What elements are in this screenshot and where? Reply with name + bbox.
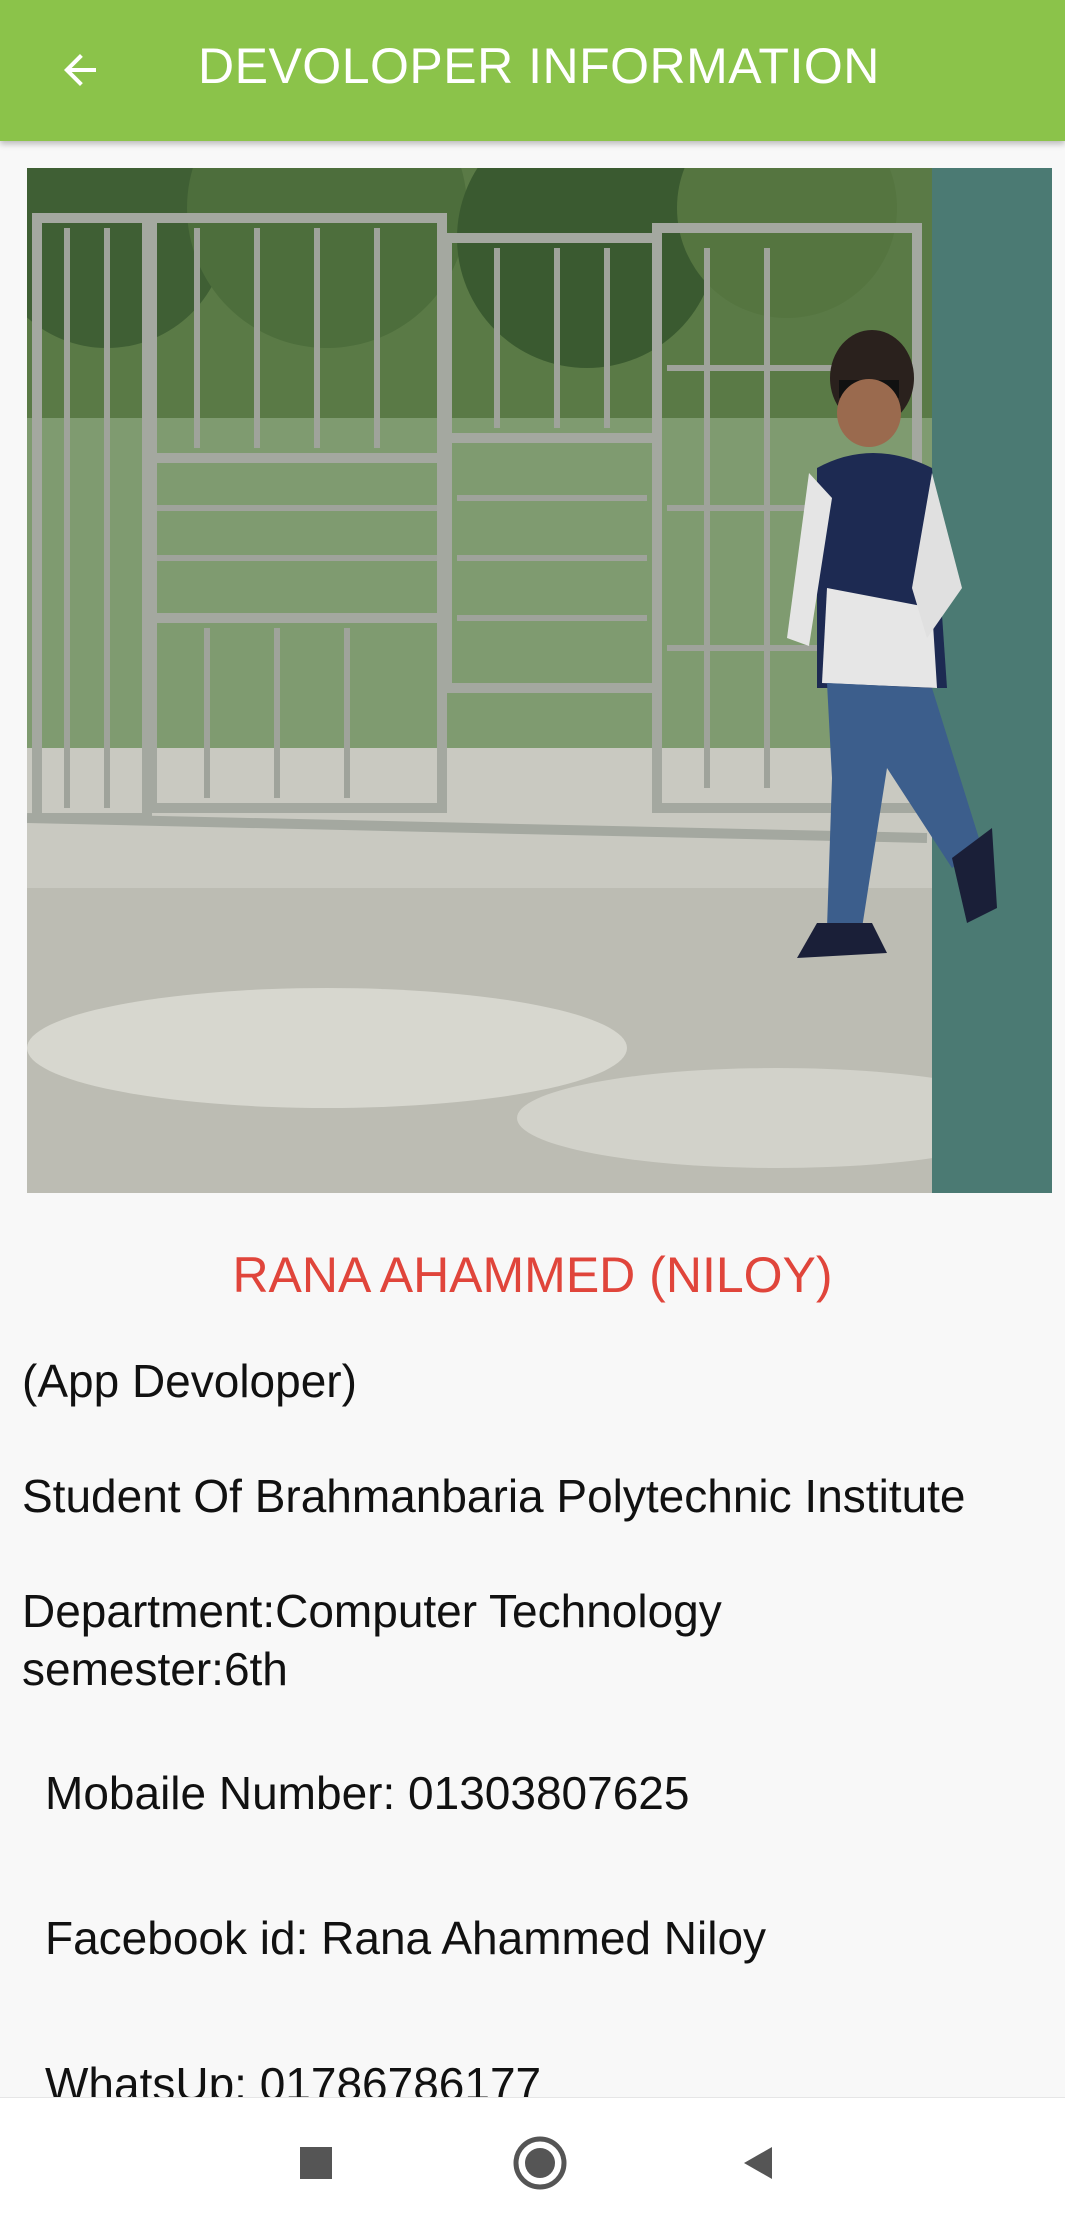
developer-semester: semester:6th [22,1643,288,1695]
whatsapp-number[interactable]: WhatsUp: 01786786177 [45,2055,541,2097]
developer-info-content[interactable]: RANA AHAMMED (NILOY) (App Devoloper) Stu… [0,141,1065,2097]
home-button[interactable] [505,2128,575,2198]
circle-home-icon [513,2136,567,2190]
square-icon [300,2147,332,2179]
photo-illustration [27,168,1052,1193]
recents-button[interactable] [281,2128,351,2198]
mobile-number[interactable]: Mobaile Number: 01303807625 [45,1764,689,1822]
nav-back-button[interactable] [723,2128,793,2198]
triangle-back-icon [744,2147,772,2179]
developer-role: (App Devoloper) [22,1355,357,1407]
system-nav-bar [0,2097,1065,2227]
back-button[interactable] [40,30,120,110]
developer-department: Department:Computer Technology [22,1585,722,1637]
facebook-id[interactable]: Facebook id: Rana Ahammed Niloy [45,1909,766,1967]
developer-photo [27,168,1052,1193]
developer-name: RANA AHAMMED (NILOY) [232,1247,833,1303]
app-bar: DEVOLOPER INFORMATION [0,0,1065,141]
arrow-left-icon [64,54,96,86]
developer-institute: Student Of Brahmanbaria Polytechnic Inst… [22,1470,966,1522]
page-title: DEVOLOPER INFORMATION [198,38,880,94]
